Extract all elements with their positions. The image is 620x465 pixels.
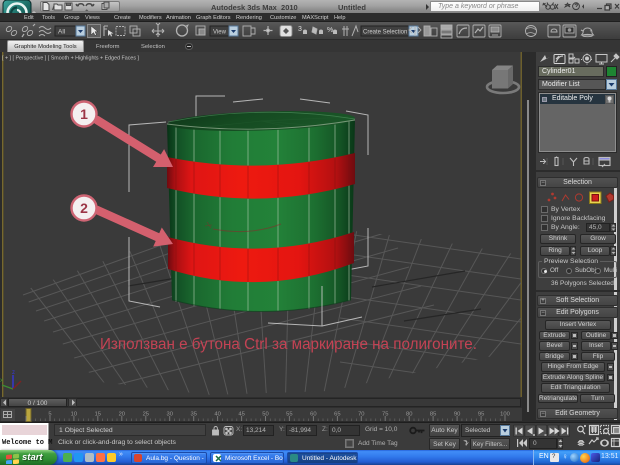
svg-text:Използван е бутона Ctrl за мар: Използван е бутона Ctrl за маркиране на … [100, 336, 477, 353]
svg-text:60: 60 [310, 412, 316, 418]
svg-text:85: 85 [430, 412, 436, 418]
svg-text:5: 5 [48, 412, 51, 418]
svg-text:75: 75 [382, 412, 388, 418]
svg-text:3: 3 [298, 26, 302, 33]
svg-text:25: 25 [143, 412, 149, 418]
svg-text:95: 95 [478, 412, 484, 418]
svg-text:2: 2 [80, 200, 88, 216]
svg-text:z: z [12, 370, 15, 376]
svg-text:35: 35 [190, 412, 196, 418]
svg-text:40: 40 [214, 412, 220, 418]
svg-text:70: 70 [358, 412, 364, 418]
svg-text:80: 80 [406, 412, 412, 418]
svg-text:All: All [58, 29, 66, 36]
svg-text:50: 50 [262, 412, 268, 418]
svg-text:1: 1 [80, 106, 88, 122]
svg-text:30: 30 [166, 412, 172, 418]
svg-text:90: 90 [454, 412, 460, 418]
svg-text:10: 10 [71, 412, 77, 418]
svg-text:[ + ] [ Perspective ] [ Smooth: [ + ] [ Perspective ] [ Smooth + Highlig… [2, 56, 139, 62]
svg-text:x: x [0, 378, 3, 384]
svg-text:100: 100 [500, 412, 510, 418]
svg-text:View: View [213, 30, 227, 36]
svg-text:%: % [327, 27, 333, 34]
svg-text:15: 15 [95, 412, 101, 418]
svg-text:55: 55 [286, 412, 292, 418]
svg-text:45: 45 [238, 412, 244, 418]
svg-text:20: 20 [119, 412, 125, 418]
svg-text:65: 65 [334, 412, 340, 418]
svg-text:Create Selection S: Create Selection S [363, 30, 413, 36]
